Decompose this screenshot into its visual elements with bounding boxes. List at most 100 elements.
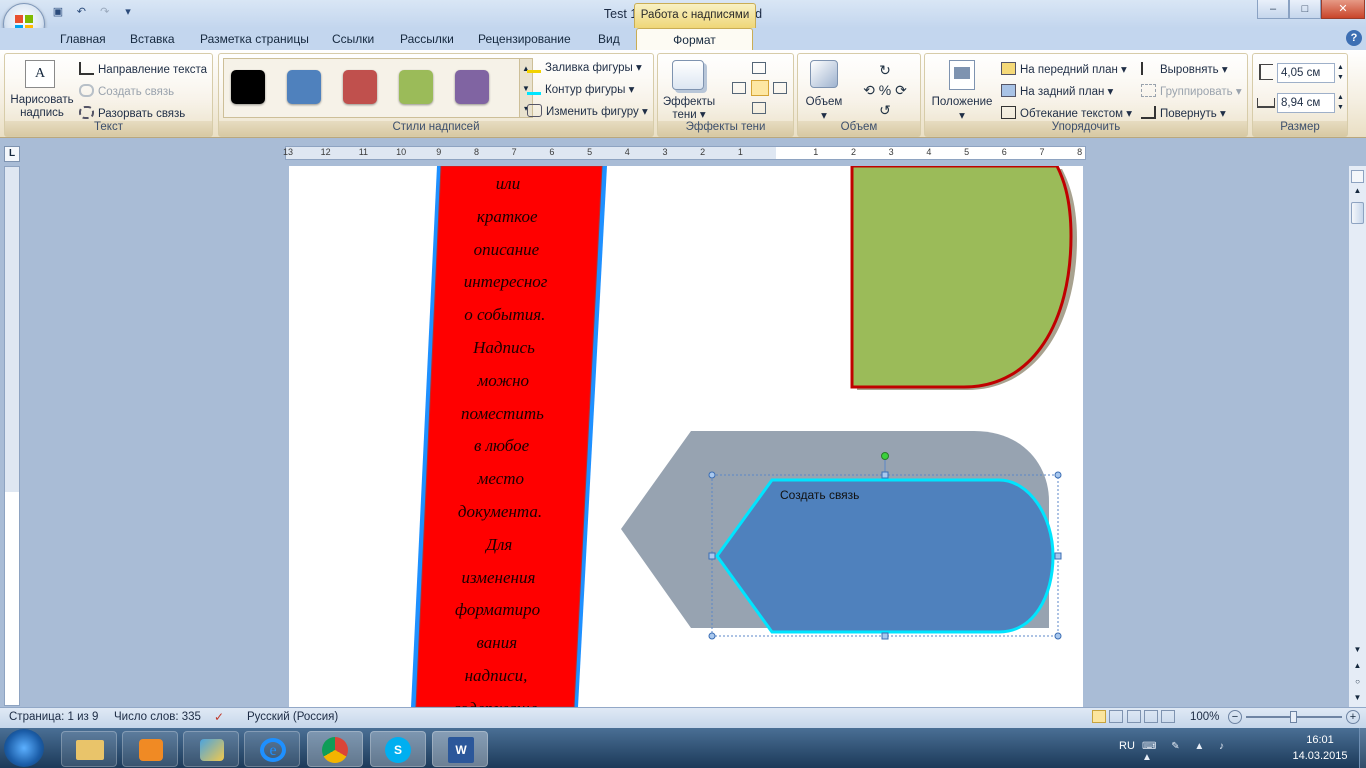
resize-handle[interactable] (881, 632, 889, 640)
explorer-icon[interactable] (61, 731, 117, 767)
group-button[interactable]: Группировать ▾ (1141, 84, 1242, 98)
zoom-out-icon[interactable]: − (1228, 710, 1242, 724)
view-buttons[interactable] (1092, 710, 1184, 724)
nudge-left-icon[interactable] (732, 82, 746, 94)
chrome-icon[interactable] (307, 731, 363, 767)
tab-review[interactable]: Рецензирование (478, 32, 571, 46)
height-input[interactable]: 4,05 см (1277, 63, 1335, 83)
text-direction-button[interactable]: Направление текста (79, 62, 207, 76)
zoom-slider-thumb[interactable] (1290, 711, 1297, 723)
text-wrap-button[interactable]: Обтекание текстом ▾ (1001, 106, 1132, 120)
document-page[interactable]: или краткое описание интересног о события. На… (289, 166, 1083, 707)
resize-handle[interactable] (708, 471, 716, 479)
rotation-handle[interactable] (881, 452, 889, 460)
tab-selector[interactable]: L (4, 146, 20, 162)
shadow-effects-button[interactable]: Эффекты тени ▾ (660, 96, 718, 122)
scroll-thumb[interactable] (1351, 202, 1364, 224)
position-label: Положение (931, 96, 993, 108)
height-spinner[interactable]: ▲ ▼ (1337, 63, 1345, 83)
shadow-toggle-icon[interactable] (751, 80, 769, 96)
tab-home[interactable]: Главная (60, 32, 106, 46)
shape-outline-button[interactable]: Контур фигуры ▾ (527, 82, 634, 96)
start-button[interactable] (4, 729, 44, 767)
vertical-ruler[interactable] (4, 166, 20, 706)
tab-format[interactable]: Формат (636, 28, 753, 50)
change-shape-button[interactable]: Изменить фигуру ▾ (527, 104, 648, 118)
style-swatch-blue[interactable] (287, 70, 321, 104)
style-swatch-black[interactable] (231, 70, 265, 104)
width-input[interactable]: 8,94 см (1277, 93, 1335, 113)
page-count[interactable]: Страница: 1 из 9 (9, 711, 98, 723)
draft-icon[interactable] (1161, 710, 1176, 723)
ruler-number: 7 (511, 147, 517, 157)
send-back-button[interactable]: На задний план ▾ (1001, 84, 1113, 98)
vertical-scrollbar[interactable]: ▲ ▼ ▲ ○ ▼ (1349, 166, 1366, 707)
nudge-right-icon[interactable] (773, 82, 787, 94)
resize-handle[interactable] (1054, 471, 1062, 479)
nudge-up-icon[interactable] (752, 62, 766, 74)
tab-page-layout[interactable]: Разметка страницы (200, 32, 309, 46)
full-screen-icon[interactable] (1109, 710, 1124, 723)
nudge-down-icon[interactable] (752, 102, 766, 114)
volume-button[interactable]: Объем ▾ (800, 96, 848, 122)
tray-icons[interactable]: ⌨ ✎ ▲ ♪ ▲ (1142, 741, 1252, 763)
textbox-line: интересног (463, 272, 548, 292)
shape-fill-button[interactable]: Заливка фигуры ▾ (527, 60, 642, 74)
ie-icon[interactable]: e (244, 731, 300, 767)
clock-date[interactable]: 14.03.2015 (1284, 750, 1356, 762)
paint-icon[interactable] (183, 731, 239, 767)
horizontal-ruler[interactable]: 13 12 11 10 9 8 7 6 5 4 3 2 1 1 2 3 4 5 6 7 8 (283, 146, 1086, 160)
tab-references[interactable]: Ссылки (332, 32, 374, 46)
help-icon[interactable]: ? (1346, 30, 1362, 46)
resize-handle[interactable] (1054, 632, 1062, 640)
save-icon[interactable]: ▣ (50, 4, 66, 20)
create-link-button[interactable]: Создать связь (79, 84, 174, 98)
resize-handle[interactable] (708, 632, 716, 640)
bring-front-button[interactable]: На передний план ▾ (1001, 62, 1127, 76)
position-button[interactable]: Положение ▾ (929, 96, 995, 122)
tab-mailings[interactable]: Рассылки (400, 32, 454, 46)
zoom-in-icon[interactable]: + (1346, 710, 1360, 724)
browse-controls[interactable]: ▼ ▲ ○ ▼ (1351, 642, 1364, 706)
tab-view[interactable]: Вид (598, 32, 620, 46)
resize-handle[interactable] (1054, 552, 1062, 560)
proofing-icon[interactable]: ✓ (214, 710, 230, 724)
resize-handle[interactable] (881, 471, 889, 479)
media-player-icon[interactable] (122, 731, 178, 767)
width-spinner[interactable]: ▲ ▼ (1337, 93, 1345, 113)
shadow-effects-group: Эффекты тени ▾ Эффекты тени (657, 53, 794, 137)
word-icon[interactable]: W (432, 731, 488, 767)
draw-textbox-button[interactable]: Нарисовать надпись (9, 94, 75, 120)
word-count[interactable]: Число слов: 335 (114, 711, 201, 723)
customize-icon[interactable]: ▾ (120, 4, 136, 20)
break-link-button[interactable]: Разорвать связь (79, 106, 185, 120)
align-button[interactable]: Выровнять ▾ (1141, 62, 1228, 76)
rotate-button[interactable]: Повернуть ▾ (1141, 106, 1226, 120)
close-button[interactable]: ✕ (1321, 0, 1365, 19)
language-status[interactable]: Русский (Россия) (247, 711, 338, 723)
style-swatch-purple[interactable] (455, 70, 489, 104)
redo-icon[interactable]: ↷ (97, 4, 113, 20)
tilt-controls[interactable]: ↻ ⟲ % ⟳ ↺ (854, 60, 916, 118)
outline-icon[interactable] (1144, 710, 1159, 723)
undo-icon[interactable]: ↶ (73, 4, 89, 20)
textbox-line: о события. (464, 305, 546, 325)
blue-textbox[interactable] (715, 478, 1055, 634)
print-layout-icon[interactable] (1092, 710, 1106, 723)
style-swatch-green[interactable] (399, 70, 433, 104)
scroll-up-icon[interactable]: ▲ (1351, 186, 1364, 200)
maximize-button[interactable]: □ (1289, 0, 1321, 19)
resize-handle[interactable] (708, 552, 716, 560)
minimize-button[interactable]: – (1257, 0, 1289, 19)
tab-insert[interactable]: Вставка (130, 32, 175, 46)
skype-icon[interactable]: S (370, 731, 426, 767)
ruler-toggle-icon[interactable] (1351, 170, 1364, 183)
web-layout-icon[interactable] (1126, 710, 1141, 723)
language-indicator[interactable]: RU (1119, 740, 1135, 752)
ruler-number: 3 (888, 147, 894, 157)
show-desktop-button[interactable] (1359, 728, 1366, 768)
clock-time[interactable]: 16:01 (1284, 734, 1356, 746)
shadow-nudge-controls[interactable] (730, 60, 790, 120)
style-swatch-red[interactable] (343, 70, 377, 104)
zoom-level[interactable]: 100% (1190, 711, 1219, 723)
